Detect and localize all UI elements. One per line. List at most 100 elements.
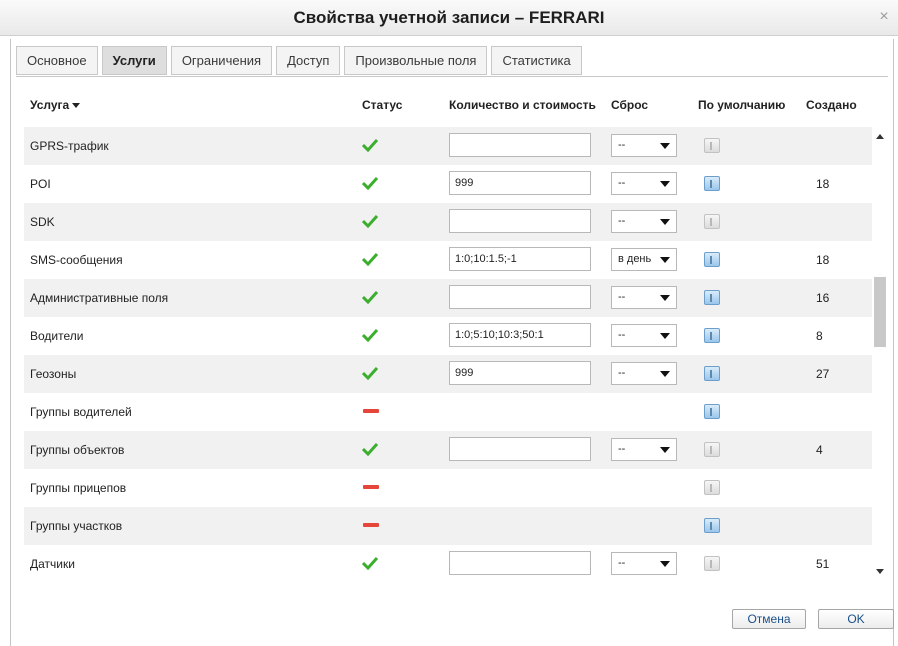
- scrollbar-thumb[interactable]: [874, 277, 886, 347]
- info-icon[interactable]: [704, 176, 720, 191]
- created-count: 4: [816, 443, 823, 457]
- info-icon[interactable]: [704, 214, 720, 229]
- service-name: Водители: [30, 329, 84, 343]
- table-row: Водители -- 8: [24, 317, 874, 355]
- status-cell[interactable]: [362, 355, 378, 393]
- service-name: Административные поля: [30, 291, 169, 305]
- info-icon[interactable]: [704, 518, 720, 533]
- reset-select[interactable]: --: [611, 172, 677, 195]
- tab-restrictions[interactable]: Ограничения: [170, 46, 273, 75]
- reset-value: --: [618, 139, 626, 151]
- tab-custom-fields[interactable]: Произвольные поля: [344, 46, 488, 75]
- status-cell[interactable]: [362, 203, 378, 241]
- chevron-down-icon[interactable]: [660, 333, 670, 339]
- tab-general[interactable]: Основное: [16, 46, 98, 75]
- quantity-input[interactable]: [449, 133, 591, 157]
- info-icon[interactable]: [704, 442, 720, 457]
- service-name: Геозоны: [30, 367, 77, 381]
- reset-select[interactable]: в день: [611, 248, 677, 271]
- table-row: Геозоны -- 27: [24, 355, 874, 393]
- status-cell[interactable]: [362, 127, 378, 165]
- status-cell[interactable]: [362, 545, 378, 583]
- tab-services[interactable]: Услуги: [101, 46, 167, 75]
- service-name: Датчики: [30, 557, 75, 571]
- ok-button[interactable]: OK: [818, 609, 894, 629]
- status-cell[interactable]: [362, 279, 378, 317]
- status-cell[interactable]: [362, 241, 378, 279]
- check-icon[interactable]: [362, 556, 378, 570]
- chevron-down-icon[interactable]: [660, 219, 670, 225]
- quantity-input[interactable]: [449, 285, 591, 309]
- status-cell[interactable]: [362, 507, 379, 545]
- check-icon[interactable]: [362, 138, 378, 152]
- chevron-down-icon[interactable]: [660, 371, 670, 377]
- service-name: Группы объектов: [30, 443, 125, 457]
- table-row: SMS-сообщения в день 18: [24, 241, 874, 279]
- info-icon[interactable]: [704, 290, 720, 305]
- tab-access[interactable]: Доступ: [276, 46, 341, 75]
- tab-statistics[interactable]: Статистика: [491, 46, 582, 75]
- sort-desc-icon[interactable]: [72, 103, 81, 108]
- info-icon[interactable]: [704, 366, 720, 381]
- quantity-input[interactable]: [449, 437, 591, 461]
- quantity-input[interactable]: [449, 171, 591, 195]
- reset-select[interactable]: --: [611, 438, 677, 461]
- quantity-input[interactable]: [449, 247, 591, 271]
- reset-select[interactable]: --: [611, 286, 677, 309]
- reset-select[interactable]: --: [611, 362, 677, 385]
- info-icon[interactable]: [704, 556, 720, 571]
- close-icon[interactable]: ×: [876, 9, 892, 25]
- services-table: GPRS-трафик -- POI -- 18 SDK -- SMS-сообщения в …: [24, 127, 874, 583]
- scroll-up-icon[interactable]: [876, 134, 884, 139]
- dash-icon[interactable]: [363, 523, 379, 527]
- chevron-down-icon[interactable]: [660, 143, 670, 149]
- reset-select[interactable]: --: [611, 552, 677, 575]
- info-icon[interactable]: [704, 404, 720, 419]
- status-cell[interactable]: [362, 393, 379, 431]
- dash-icon[interactable]: [363, 409, 379, 413]
- reset-value: --: [618, 291, 626, 303]
- created-count: 16: [816, 291, 830, 305]
- status-cell[interactable]: [362, 431, 378, 469]
- scroll-down-icon[interactable]: [876, 569, 884, 574]
- reset-select[interactable]: --: [611, 210, 677, 233]
- reset-select[interactable]: --: [611, 134, 677, 157]
- header-status: Статус: [362, 98, 403, 112]
- cancel-button[interactable]: Отмена: [732, 609, 806, 629]
- status-cell[interactable]: [362, 165, 378, 203]
- info-icon[interactable]: [704, 138, 720, 153]
- info-icon[interactable]: [704, 328, 720, 343]
- chevron-down-icon[interactable]: [660, 257, 670, 263]
- info-icon[interactable]: [704, 252, 720, 267]
- check-icon[interactable]: [362, 366, 378, 380]
- header-service[interactable]: Услуга: [30, 98, 81, 112]
- reset-select[interactable]: --: [611, 324, 677, 347]
- table-row: GPRS-трафик --: [24, 127, 874, 165]
- chevron-down-icon[interactable]: [660, 561, 670, 567]
- check-icon[interactable]: [362, 252, 378, 266]
- status-cell[interactable]: [362, 317, 378, 355]
- table-row: Административные поля -- 16: [24, 279, 874, 317]
- chevron-down-icon[interactable]: [660, 447, 670, 453]
- table-row: SDK --: [24, 203, 874, 241]
- chevron-down-icon[interactable]: [660, 181, 670, 187]
- check-icon[interactable]: [362, 176, 378, 190]
- check-icon[interactable]: [362, 290, 378, 304]
- table-header: Услуга Статус Количество и стоимость Сбр…: [24, 90, 874, 120]
- check-icon[interactable]: [362, 442, 378, 456]
- dash-icon[interactable]: [363, 485, 379, 489]
- quantity-input[interactable]: [449, 551, 591, 575]
- status-cell[interactable]: [362, 469, 379, 507]
- info-icon[interactable]: [704, 480, 720, 495]
- check-icon[interactable]: [362, 328, 378, 342]
- created-count: 8: [816, 329, 823, 343]
- quantity-input[interactable]: [449, 361, 591, 385]
- check-icon[interactable]: [362, 214, 378, 228]
- table-scrollbar[interactable]: [872, 127, 888, 583]
- created-count: 18: [816, 253, 830, 267]
- window-title: Свойства учетной записи – FERRARI: [293, 8, 605, 27]
- chevron-down-icon[interactable]: [660, 295, 670, 301]
- header-quantity: Количество и стоимость: [449, 98, 596, 112]
- quantity-input[interactable]: [449, 323, 591, 347]
- quantity-input[interactable]: [449, 209, 591, 233]
